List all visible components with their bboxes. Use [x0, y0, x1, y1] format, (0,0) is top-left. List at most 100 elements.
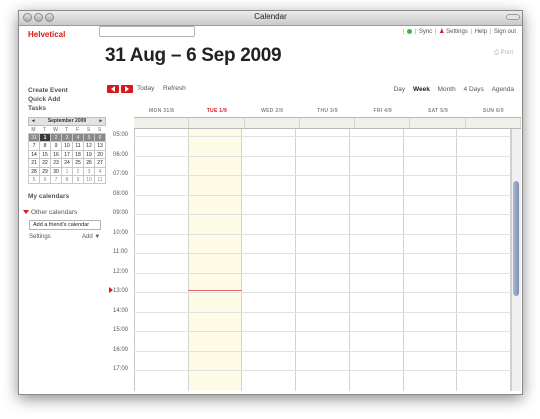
day-column[interactable] [350, 129, 404, 391]
all-day-cell[interactable] [189, 118, 245, 128]
mini-calendar-day[interactable]: 25 [73, 159, 84, 168]
all-day-row[interactable] [134, 118, 521, 129]
all-day-cell[interactable] [355, 118, 411, 128]
mini-calendar-day[interactable]: 13 [95, 142, 106, 151]
mini-calendar-day[interactable]: 2 [73, 167, 84, 176]
mini-calendar-day[interactable]: 1 [40, 134, 51, 143]
day-header[interactable]: WED 2/9 [245, 105, 300, 117]
today-button[interactable]: Today [137, 85, 154, 92]
day-header[interactable]: MON 31/8 [134, 105, 189, 117]
mini-next-month-button[interactable]: ▸ [99, 118, 102, 125]
mini-calendar-day[interactable]: 16 [51, 150, 62, 160]
create-event-link[interactable]: Create Event [28, 86, 68, 95]
other-calendars-heading[interactable]: Other calendars [23, 209, 77, 216]
refresh-button[interactable]: Refresh [163, 85, 186, 92]
day-header[interactable]: FRI 4/9 [355, 105, 410, 117]
print-link[interactable]: ⎙ Print [494, 50, 513, 57]
day-column[interactable] [296, 129, 350, 391]
mini-calendar-day[interactable]: 6 [40, 175, 51, 185]
mini-calendar-day[interactable]: 19 [84, 150, 95, 160]
date-range-title: 31 Aug – 6 Sep 2009 [105, 45, 282, 66]
mini-calendar-day[interactable]: 31 [29, 134, 40, 143]
time-label: 08:00 [113, 190, 129, 197]
mini-calendar-day[interactable]: 24 [62, 159, 73, 168]
hour-line [134, 331, 511, 332]
mini-calendar-day[interactable]: 10 [62, 142, 73, 151]
mini-calendar-day[interactable]: 7 [29, 142, 40, 151]
mini-calendar-day[interactable]: 30 [51, 167, 62, 176]
settings-link[interactable]: Settings [446, 29, 468, 35]
all-day-cell[interactable] [300, 118, 356, 128]
day-header[interactable]: SAT 5/9 [410, 105, 465, 117]
mini-calendar-day[interactable]: 6 [95, 134, 106, 143]
mini-calendar-day[interactable]: 12 [84, 142, 95, 151]
calendar-settings-link[interactable]: Settings [29, 234, 51, 240]
all-day-cell[interactable] [466, 118, 521, 128]
vertical-scrollbar[interactable] [511, 129, 521, 391]
previous-week-button[interactable] [107, 85, 119, 93]
search-input[interactable] [99, 26, 195, 37]
mini-calendar-day[interactable]: 8 [40, 142, 51, 151]
all-day-cell[interactable] [245, 118, 300, 128]
mini-calendar-day[interactable]: 9 [73, 175, 84, 185]
mini-calendar-day[interactable]: 17 [62, 150, 73, 160]
day-column[interactable] [242, 129, 297, 391]
mini-calendar-day[interactable]: 5 [29, 175, 40, 185]
add-calendar-dropdown[interactable]: Add ▼ [82, 234, 100, 240]
mini-calendar-day[interactable]: 23 [51, 159, 62, 168]
arrow-right-icon [125, 86, 129, 92]
help-link[interactable]: Help [475, 29, 487, 35]
tasks-link[interactable]: Tasks [28, 104, 68, 113]
day-column[interactable] [135, 129, 189, 391]
mini-calendar-day[interactable]: 7 [51, 175, 62, 185]
day-column[interactable] [457, 129, 512, 391]
view-week[interactable]: Week [413, 86, 430, 93]
sync-link[interactable]: Sync [419, 29, 432, 35]
day-column[interactable] [404, 129, 458, 391]
mini-calendar-day[interactable]: 11 [73, 142, 84, 151]
sync-status-icon [406, 28, 412, 34]
mini-calendar-day[interactable]: 4 [95, 167, 106, 176]
my-calendars-heading[interactable]: My calendars [28, 193, 69, 200]
mini-calendar-day[interactable]: 2 [51, 134, 62, 143]
mini-calendar-day[interactable]: 4 [73, 134, 84, 143]
mini-calendar-day[interactable]: 8 [62, 175, 73, 185]
current-time-marker-icon [109, 287, 113, 293]
mini-calendar-day[interactable]: 15 [40, 150, 51, 160]
mini-calendar-day[interactable]: 22 [40, 159, 51, 168]
mini-calendar-day[interactable]: 20 [95, 150, 106, 160]
scrollbar-thumb[interactable] [513, 181, 519, 296]
toolbar-toggle-button[interactable] [506, 14, 520, 20]
view-agenda[interactable]: Agenda [492, 86, 514, 93]
day-header[interactable]: SUN 6/9 [466, 105, 521, 117]
quick-add-link[interactable]: Quick Add [28, 95, 68, 104]
mini-calendar-day[interactable]: 10 [84, 175, 95, 185]
mini-calendar-day[interactable]: 5 [84, 134, 95, 143]
mini-calendar-day[interactable]: 11 [95, 175, 106, 185]
add-friend-calendar-input[interactable]: Add a friend's calendar [29, 220, 101, 230]
next-week-button[interactable] [121, 85, 133, 93]
mini-prev-month-button[interactable]: ◂ [32, 118, 35, 125]
day-header[interactable]: TUE 1/9 [189, 105, 244, 117]
mini-weekday-label: S [86, 127, 91, 133]
mini-calendar-day[interactable]: 28 [29, 167, 40, 176]
sign-out-link[interactable]: Sign out [494, 29, 516, 35]
view-day[interactable]: Day [394, 86, 406, 93]
mini-calendar-day[interactable]: 3 [84, 167, 95, 176]
mini-calendar-day[interactable]: 1 [62, 167, 73, 176]
all-day-cell[interactable] [410, 118, 466, 128]
all-day-cell[interactable] [134, 118, 190, 128]
view-4-days[interactable]: 4 Days [464, 86, 484, 93]
time-label: 05:00 [113, 132, 129, 138]
view-month[interactable]: Month [438, 86, 456, 93]
mini-calendar-day[interactable]: 9 [51, 142, 62, 151]
mini-calendar-day[interactable]: 18 [73, 150, 84, 160]
day-header[interactable]: THU 3/9 [300, 105, 355, 117]
mini-calendar-day[interactable]: 21 [29, 159, 40, 168]
mini-calendar-day[interactable]: 3 [62, 134, 73, 143]
day-column[interactable] [188, 129, 243, 391]
mini-calendar-day[interactable]: 27 [95, 159, 106, 168]
mini-calendar-day[interactable]: 14 [29, 150, 40, 160]
mini-calendar-day[interactable]: 26 [84, 159, 95, 168]
mini-calendar-day[interactable]: 29 [40, 167, 51, 176]
